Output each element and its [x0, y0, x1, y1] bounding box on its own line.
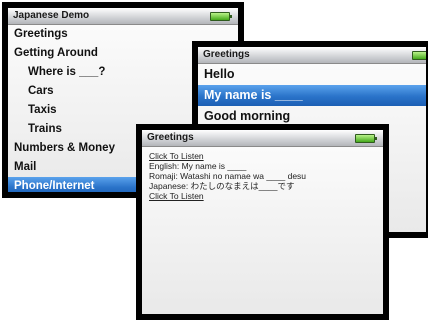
greeting-detail-panel: Greetings Click To Listen English: My nam… [142, 130, 383, 314]
battery-icon [210, 12, 232, 21]
screen-title: Japanese Demo [13, 10, 90, 21]
battery-icon [355, 134, 377, 143]
title-bar: Japanese Demo [8, 8, 238, 25]
menu-item-my-name-is[interactable]: My name is ____ [198, 85, 426, 106]
click-to-listen-link[interactable]: Click To Listen [149, 151, 376, 161]
greetings-menu-list: Hello My name is ____ Good morning [198, 64, 426, 127]
phrase-line: Romaji: Watashi no namae wa ____ desu [149, 171, 307, 181]
menu-item-hello[interactable]: Hello [198, 64, 426, 85]
click-to-listen-link[interactable]: Click To Listen [149, 191, 376, 201]
phrase-line: Japanese: わたしのなまえは____です [149, 181, 295, 191]
ipod-screen-greeting-detail: Greetings Click To Listen English: My nam… [136, 124, 389, 320]
greeting-detail-content: Click To Listen English: My name is ____ R… [142, 147, 383, 201]
title-bar: Greetings [142, 130, 383, 147]
battery-icon [412, 51, 426, 60]
screen-title: Greetings [147, 132, 194, 143]
title-bar: Greetings [198, 47, 426, 64]
screen-title: Greetings [203, 49, 250, 60]
phrase-line: English: My name is ____ [149, 161, 247, 171]
